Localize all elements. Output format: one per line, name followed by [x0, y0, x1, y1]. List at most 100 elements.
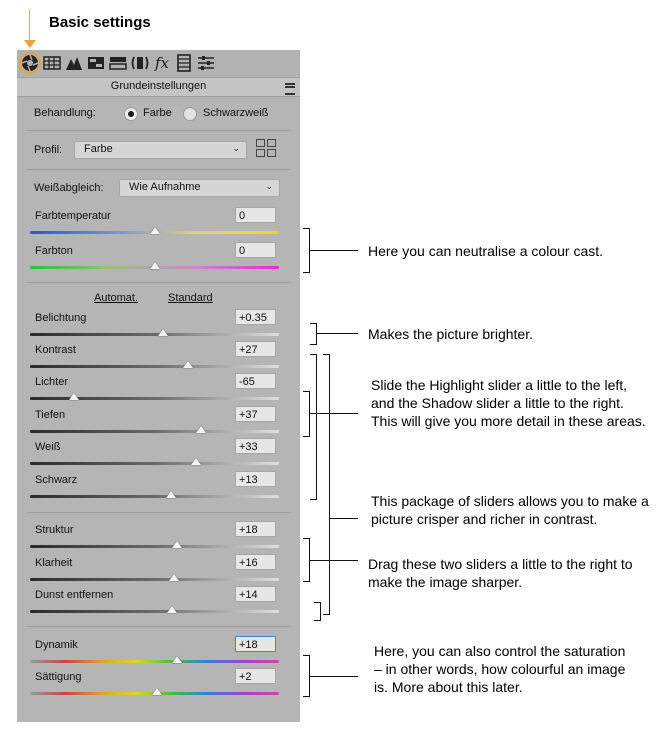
saturation-slider-handle[interactable]	[151, 688, 162, 695]
shadows-value-field[interactable]: +37	[235, 406, 276, 422]
panel-titlebar: Grundeinstellungen	[17, 77, 300, 97]
exposure-slider-handle[interactable]	[158, 329, 169, 336]
whites-value-field[interactable]: +33	[235, 438, 276, 454]
panel-menu-icon[interactable]	[285, 83, 295, 95]
white-balance-label: Weißabgleich:	[34, 182, 104, 194]
highlights-value-field[interactable]: -65	[235, 373, 276, 389]
vibrance-value-field[interactable]: +18	[235, 636, 276, 652]
grid-icon[interactable]	[43, 54, 61, 72]
clarity-slider-track[interactable]	[30, 578, 279, 581]
dehaze-value-field[interactable]: +14	[235, 586, 276, 602]
sliders-icon[interactable]	[197, 54, 215, 72]
treatment-label: Behandlung:	[34, 107, 96, 119]
profile-browser-icon[interactable]	[256, 139, 276, 157]
shadows-slider-track[interactable]	[30, 430, 279, 433]
contrast-value-field[interactable]: +27	[235, 341, 276, 357]
radio-bw-label[interactable]: Schwarzweiß	[203, 107, 268, 119]
note-highlights-shadows: Slide the Highlight slider a little to t…	[371, 377, 646, 429]
exposure-slider-track[interactable]	[30, 333, 279, 336]
note-color-cast: Here you can neutralise a colour cast.	[368, 243, 604, 259]
leader-line	[310, 413, 358, 414]
leader-line	[310, 676, 358, 677]
pointer-arrow-head	[24, 40, 36, 48]
auto-link[interactable]: Automat.	[94, 292, 138, 304]
clarity-label: Klarheit	[35, 557, 73, 569]
exposure-value-field[interactable]: +0.35	[235, 309, 276, 325]
bracket-exposure	[310, 323, 317, 345]
white-balance-dropdown[interactable]: Wie Aufnahme ⌄	[119, 179, 280, 197]
texture-slider-track[interactable]	[30, 545, 279, 548]
highlights-label: Lichter	[35, 376, 69, 388]
chevron-down-icon: ⌄	[232, 143, 240, 153]
divider	[27, 512, 290, 513]
panel-toolbar: fx	[17, 50, 300, 76]
contrast-slider-track[interactable]	[30, 365, 279, 368]
divider	[27, 130, 290, 131]
clarity-value-field[interactable]: +16	[235, 554, 276, 570]
tint-value-field[interactable]: 0	[235, 242, 276, 258]
temperature-slider-handle[interactable]	[149, 227, 160, 234]
divider	[27, 282, 290, 283]
tone-icon[interactable]	[87, 54, 105, 72]
vibrance-label: Dynamik	[35, 639, 78, 651]
bracket-texture-clarity	[303, 538, 310, 582]
texture-value-field[interactable]: +18	[235, 521, 276, 537]
bracket-color-cast	[303, 228, 310, 273]
highlights-slider-track[interactable]	[30, 397, 279, 400]
leader-line	[317, 333, 358, 334]
profile-dropdown[interactable]: Farbe ⌄	[74, 141, 247, 159]
blacks-slider-handle[interactable]	[165, 491, 176, 498]
leader-line	[330, 518, 358, 519]
blacks-value-field[interactable]: +13	[235, 471, 276, 487]
temperature-label: Farbtemperatur	[35, 210, 111, 222]
tint-label: Farbton	[35, 245, 73, 257]
fx-icon[interactable]: fx	[153, 54, 171, 72]
temperature-value-field[interactable]: 0	[235, 207, 276, 223]
dehaze-label: Dunst entfernen	[35, 589, 114, 601]
note-package: This package of sliders allows you to ma…	[371, 493, 649, 527]
chevron-down-icon: ⌄	[265, 181, 273, 191]
aperture-icon[interactable]	[21, 54, 39, 72]
tint-slider-handle[interactable]	[149, 262, 160, 269]
bracket-highlights-shadows	[303, 391, 310, 437]
vibrance-slider-handle[interactable]	[171, 656, 182, 663]
texture-slider-handle[interactable]	[171, 541, 182, 548]
vibrance-slider-track[interactable]	[30, 660, 279, 663]
shadows-slider-handle[interactable]	[195, 426, 206, 433]
panel-title: Grundeinstellungen	[110, 80, 207, 92]
split-icon[interactable]	[109, 54, 127, 72]
exposure-label: Belichtung	[35, 312, 87, 324]
bracket-tone-group	[310, 354, 317, 500]
dehaze-slider-track[interactable]	[30, 610, 279, 613]
note-exposure: Makes the picture brighter.	[368, 326, 533, 342]
camera-raw-panel: fx Grundeinstellungen Behandlung: Farbe …	[17, 50, 300, 722]
contrast-slider-handle[interactable]	[183, 361, 194, 368]
section-heading: Basic settings	[49, 14, 151, 31]
leader-line	[310, 560, 358, 561]
blacks-slider-track[interactable]	[30, 495, 279, 498]
lens-icon[interactable]	[131, 54, 149, 72]
note-saturation: Here, you can also control the saturatio…	[374, 643, 626, 695]
bracket-dehaze	[314, 602, 321, 621]
whites-slider-handle[interactable]	[190, 458, 201, 465]
divider	[27, 626, 290, 627]
radio-bw[interactable]	[183, 107, 197, 121]
film-icon[interactable]	[175, 54, 193, 72]
saturation-value-field[interactable]: +2	[235, 668, 276, 684]
saturation-label: Sättigung	[35, 671, 82, 683]
profile-label: Profil:	[34, 144, 63, 156]
highlights-slider-handle[interactable]	[68, 393, 79, 400]
mountain-icon[interactable]	[65, 54, 83, 72]
clarity-slider-handle[interactable]	[169, 574, 180, 581]
dehaze-slider-handle[interactable]	[166, 606, 177, 613]
note-sharper: Drag these two sliders a little to the r…	[368, 556, 633, 590]
bracket-presence-group	[323, 354, 330, 615]
whites-slider-track[interactable]	[30, 462, 279, 465]
texture-label: Struktur	[35, 524, 74, 536]
divider	[27, 169, 290, 170]
radio-color-label[interactable]: Farbe	[143, 107, 172, 119]
shadows-label: Tiefen	[35, 409, 66, 421]
radio-color[interactable]	[124, 107, 138, 121]
default-link[interactable]: Standard	[168, 292, 213, 304]
pointer-arrow-line	[29, 10, 30, 43]
